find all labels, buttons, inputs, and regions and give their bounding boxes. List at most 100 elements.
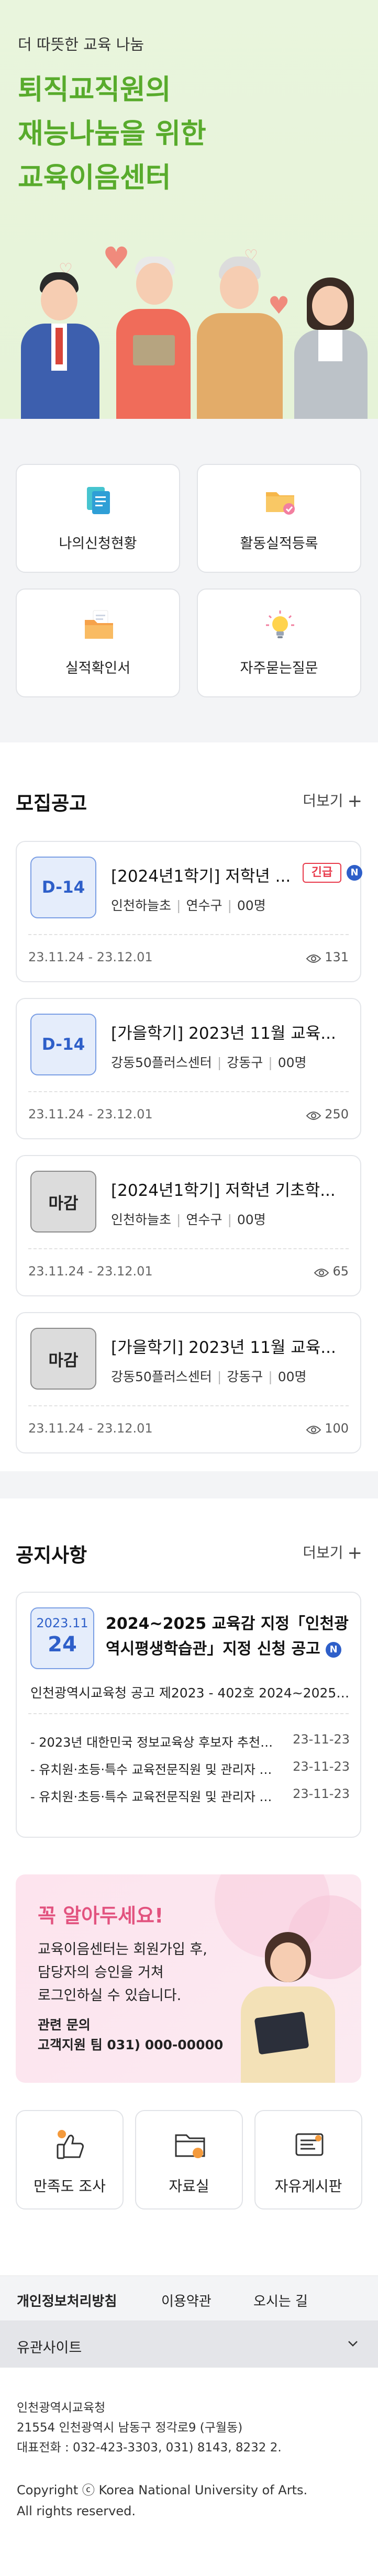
- notice-item-date: 23-11-23: [293, 1732, 350, 1747]
- recruit-meta: 강동50플러스센터 | 강동구 | 00명: [111, 1369, 307, 1384]
- teacher-illustration: [114, 257, 193, 419]
- notice-item[interactable]: - 유치원·초등·특수 교육전문직원 및 관리자 공모 안내 23-11-23: [30, 1786, 350, 1805]
- more-label: 더보기: [303, 792, 343, 809]
- divider: [28, 1405, 349, 1406]
- recruit-date: 23.11.24 - 23.12.01: [28, 1421, 153, 1436]
- recruit-card[interactable]: D-14 [2024년1학기] 저학년 ... 긴급 N 인천하늘초 | 연수구 | 0…: [16, 841, 362, 982]
- notice-section-title: 공지사항: [16, 1544, 87, 1567]
- recruit-card[interactable]: 마감 [가을학기] 2023년 11월 교육... 강동50플러스센터 | 강동구 |…: [16, 1312, 361, 1453]
- lightbulb-icon: [266, 610, 294, 638]
- quick-label: 자주묻는질문: [240, 660, 318, 676]
- directions-link[interactable]: 오시는 길: [253, 2291, 308, 2310]
- plus-icon: +: [347, 1542, 363, 1563]
- copyright: Copyright ⓒ Korea National University of…: [17, 2480, 307, 2522]
- banner-line: 로그인하실 수 있습니다.: [38, 1987, 182, 2004]
- hero-title-line: 퇴직교직원의: [18, 74, 171, 106]
- dday-badge: D-14: [30, 857, 96, 918]
- recruit-meta: 인천하늘초 | 연수구 | 00명: [111, 898, 266, 913]
- hero-title-line: 교육이음센터: [18, 162, 171, 194]
- bottom-link-label: 자유게시판: [274, 2178, 342, 2195]
- eye-icon: [306, 1112, 321, 1120]
- staff-illustration: [236, 1932, 340, 2083]
- teacher-illustration: [291, 277, 370, 419]
- footer-links: 개인정보처리방침 이용약관 오시는 길: [0, 2275, 378, 2320]
- notice-item[interactable]: - 유치원·초등·특수 교육전문직원 및 관리자 연수 안내 23-11-23: [30, 1759, 350, 1778]
- closed-badge: 마감: [30, 1171, 96, 1233]
- notice-date-badge: 2023.11 24: [30, 1607, 94, 1669]
- recruit-card[interactable]: D-14 [가을학기] 2023년 11월 교육... 강동50플러스센터 | 강동…: [16, 998, 361, 1139]
- recruit-title: [2024년1학기] 저학년 기초학...: [111, 1181, 336, 1200]
- banner-line: 교육이음센터는 회원가입 후,: [38, 1941, 207, 1958]
- section-gap: [0, 1471, 378, 1498]
- plus-icon: +: [347, 791, 363, 812]
- recruit-meta: 강동50플러스센터 | 강동구 | 00명: [111, 1055, 307, 1070]
- terms-link[interactable]: 이용약관: [161, 2291, 212, 2310]
- banner-contact-label: 관련 문의: [38, 2017, 91, 2033]
- banner-title: 꼭 알아두세요!: [38, 1904, 164, 1927]
- divider: [28, 934, 349, 935]
- banner-line: 담당자의 승인을 거쳐: [38, 1964, 164, 1981]
- quick-label: 실적확인서: [65, 660, 131, 676]
- privacy-policy-link[interactable]: 개인정보처리방침: [17, 2291, 117, 2310]
- view-number: 250: [325, 1107, 349, 1122]
- eye-icon: [314, 1269, 329, 1277]
- quick-label: 활동실적등록: [240, 536, 318, 552]
- board-link[interactable]: 자유게시판: [254, 2110, 362, 2209]
- notice-card: 2023.11 24 2024~2025 교육감 지정「인천광역시평생학습관」지…: [16, 1592, 361, 1838]
- footer-org: 인천광역시교육청: [17, 2401, 106, 2415]
- recruit-title: [2024년1학기] 저학년 ...: [111, 867, 291, 886]
- notice-featured-sub: 인천광역시교육청 공고 제2023 - 402호 2024~2025 교육감 지…: [30, 1685, 350, 1701]
- recruit-more-link[interactable]: 더보기 +: [303, 790, 362, 812]
- new-badge: N: [326, 1642, 342, 1658]
- dday-badge: D-14: [30, 1014, 96, 1075]
- teacher-illustration: [18, 272, 102, 419]
- view-count: 100: [306, 1421, 349, 1436]
- recruit-count: 00명: [277, 1369, 307, 1384]
- recruit-date: 23.11.24 - 23.12.01: [28, 950, 153, 964]
- recruit-section-title: 모집공고: [16, 792, 87, 815]
- notice-item[interactable]: - 2023년 대한민국 정보교육상 후보자 추천 안내 23-11-23: [30, 1732, 350, 1750]
- view-number: 65: [332, 1264, 349, 1279]
- document-stack-icon: [87, 487, 110, 514]
- quick-my-application[interactable]: 나의신청현황: [16, 464, 180, 573]
- divider: [28, 1713, 349, 1714]
- notice-featured-title[interactable]: 2024~2025 교육감 지정「인천광역시평생학습관」지정 신청 공고 N: [106, 1612, 352, 1662]
- view-count: 131: [306, 950, 349, 964]
- notice-item-title: - 2023년 대한민국 정보교육상 후보자 추천 안내: [30, 1735, 276, 1750]
- chevron-down-icon: [348, 2341, 358, 2347]
- view-number: 100: [325, 1421, 349, 1436]
- archive-link[interactable]: 자료실: [135, 2110, 243, 2209]
- recruit-region: 강동구: [227, 1369, 263, 1384]
- hero-banner: 더 따뜻한 교육 나눔 퇴직교직원의 재능나눔을 위한 교육이음센터 ♥ ♡ ♡…: [0, 0, 378, 419]
- quick-certificate[interactable]: 실적확인서: [16, 589, 180, 697]
- footer-info: 인천광역시교육청 21554 인천광역시 남동구 정각로9 (구월동) 대표전화…: [17, 2398, 282, 2458]
- view-number: 131: [325, 950, 349, 964]
- quick-label: 나의신청현황: [59, 536, 137, 552]
- banner-text: 교육이음센터는 회원가입 후, 담당자의 승인을 거쳐 로그인하실 수 있습니다…: [38, 1938, 207, 2007]
- notice-more-link[interactable]: 더보기 +: [303, 1541, 362, 1563]
- notice-day: 24: [48, 1633, 77, 1657]
- notice-featured-title-text: 2024~2025 교육감 지정「인천광역시평생학습관」지정 신청 공고: [106, 1615, 349, 1658]
- copyright-line: Copyright ⓒ Korea National University of…: [17, 2483, 308, 2497]
- recruit-card[interactable]: 마감 [2024년1학기] 저학년 기초학... 인천하늘초 | 연수구 | 00명 2…: [16, 1155, 361, 1296]
- recruit-date: 23.11.24 - 23.12.01: [28, 1107, 153, 1122]
- recruit-region: 강동구: [227, 1055, 263, 1070]
- hero-title-line: 재능나눔을 위한: [18, 118, 206, 150]
- view-count: 65: [314, 1264, 349, 1279]
- recruit-date: 23.11.24 - 23.12.01: [28, 1264, 153, 1279]
- family-site-select[interactable]: 유관사이트: [0, 2320, 378, 2368]
- folder-document-icon: [85, 610, 113, 639]
- recruit-org: 인천하늘초: [111, 1212, 172, 1227]
- board-icon: [295, 2133, 324, 2156]
- quick-menu: 나의신청현황 활동실적등록 실적확인서 자주묻는질문: [0, 419, 378, 742]
- survey-link[interactable]: 만족도 조사: [16, 2110, 124, 2209]
- footer-phone: 대표전화 : 032-423-3303, 031) 8143, 8232 2.: [17, 2441, 282, 2455]
- quick-activity-register[interactable]: 활동실적등록: [197, 464, 361, 573]
- folder-check-icon: [266, 492, 295, 515]
- folder-icon: [175, 2134, 205, 2158]
- recruit-meta: 인천하늘초 | 연수구 | 00명: [111, 1212, 266, 1227]
- notice-year-month: 2023.11: [36, 1616, 88, 1630]
- teacher-illustration: [195, 257, 284, 419]
- footer-address: 21554 인천광역시 남동구 정각로9 (구월동): [17, 2421, 243, 2435]
- quick-faq[interactable]: 자주묻는질문: [197, 589, 361, 697]
